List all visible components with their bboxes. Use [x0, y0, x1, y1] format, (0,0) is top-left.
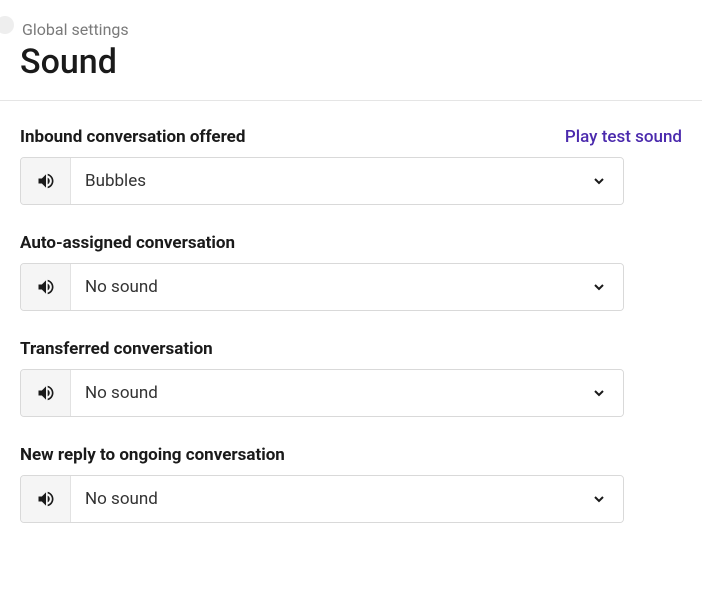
setting-inbound: Inbound conversation offered Play test s…: [20, 127, 682, 205]
setting-header: Inbound conversation offered Play test s…: [20, 127, 682, 147]
sound-select-new-reply[interactable]: No sound: [20, 475, 624, 523]
select-value: Bubbles: [85, 171, 146, 191]
setting-label: Auto-assigned conversation: [20, 233, 235, 253]
sound-select-auto-assigned[interactable]: No sound: [20, 263, 624, 311]
setting-header: Auto-assigned conversation: [20, 233, 682, 253]
setting-label: New reply to ongoing conversation: [20, 445, 285, 465]
select-value-box[interactable]: No sound: [71, 476, 623, 522]
select-value: No sound: [85, 383, 158, 403]
page-title: Sound: [20, 43, 682, 82]
select-value-box[interactable]: No sound: [71, 264, 623, 310]
header-avatar-placeholder: [0, 16, 14, 34]
sound-icon-box: [21, 158, 71, 204]
setting-new-reply: New reply to ongoing conversation No sou…: [20, 445, 682, 523]
setting-transferred: Transferred conversation No sound: [20, 339, 682, 417]
chevron-down-icon: [591, 173, 607, 189]
sound-icon-box: [21, 370, 71, 416]
sound-icon-box: [21, 476, 71, 522]
sound-select-transferred[interactable]: No sound: [20, 369, 624, 417]
sound-select-inbound[interactable]: Bubbles: [20, 157, 624, 205]
breadcrumb: Global settings: [22, 20, 682, 39]
speaker-icon: [36, 277, 56, 297]
chevron-down-icon: [591, 491, 607, 507]
select-value: No sound: [85, 489, 158, 509]
setting-label: Transferred conversation: [20, 339, 213, 359]
sound-icon-box: [21, 264, 71, 310]
chevron-down-icon: [591, 279, 607, 295]
play-test-sound-link[interactable]: Play test sound: [565, 127, 682, 147]
speaker-icon: [36, 171, 56, 191]
setting-header: Transferred conversation: [20, 339, 682, 359]
setting-label: Inbound conversation offered: [20, 127, 245, 147]
setting-header: New reply to ongoing conversation: [20, 445, 682, 465]
speaker-icon: [36, 383, 56, 403]
speaker-icon: [36, 489, 56, 509]
select-value-box[interactable]: Bubbles: [71, 158, 623, 204]
setting-auto-assigned: Auto-assigned conversation No sound: [20, 233, 682, 311]
settings-content: Inbound conversation offered Play test s…: [0, 101, 702, 571]
chevron-down-icon: [591, 385, 607, 401]
select-value: No sound: [85, 277, 158, 297]
page-header: Global settings Sound: [0, 0, 702, 101]
select-value-box[interactable]: No sound: [71, 370, 623, 416]
